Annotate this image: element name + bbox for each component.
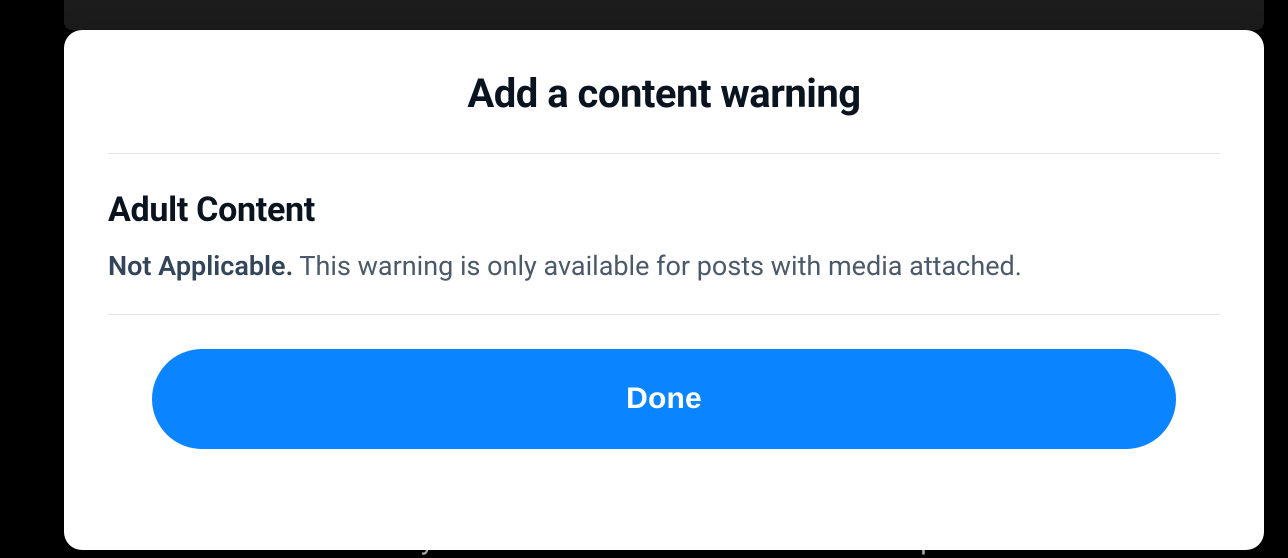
divider-bottom bbox=[108, 314, 1220, 315]
status-label: Not Applicable. bbox=[108, 250, 293, 282]
done-button[interactable]: Done bbox=[152, 349, 1176, 449]
section-heading: Adult Content bbox=[108, 190, 1220, 230]
section-description: Not Applicable. This warning is only ava… bbox=[108, 248, 1220, 284]
description-text: This warning is only available for posts… bbox=[293, 250, 1022, 282]
content-warning-modal: Add a content warning Adult Content Not … bbox=[64, 30, 1264, 550]
adult-content-section: Adult Content Not Applicable. This warni… bbox=[108, 154, 1220, 314]
parent-window-bar bbox=[64, 0, 1264, 30]
modal-title: Add a content warning bbox=[108, 70, 1220, 117]
